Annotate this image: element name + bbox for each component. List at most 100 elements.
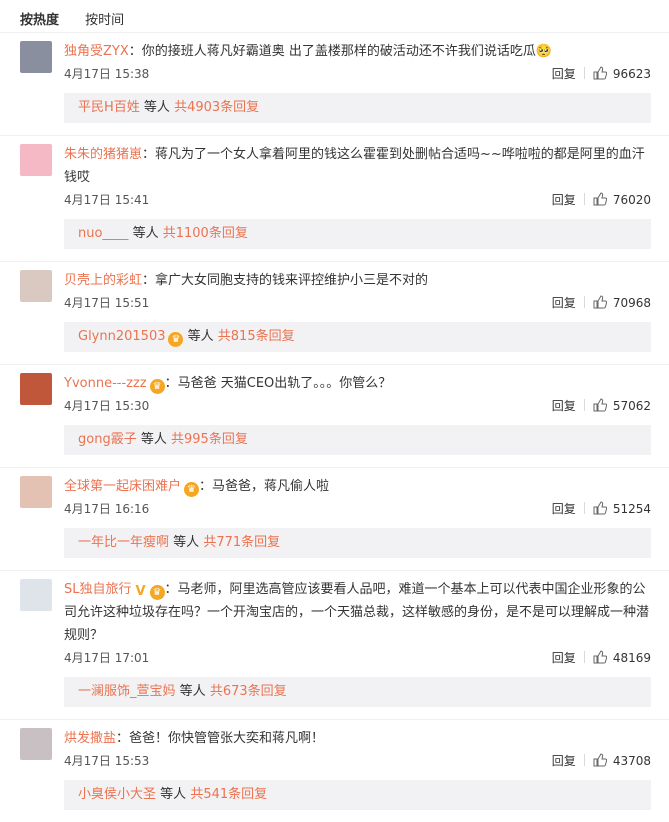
comment-actions: 回复 43708	[552, 750, 651, 772]
comment-text: 贝壳上的彩虹：拿广大女同胞支持的钱来评控维护小三是不对的	[64, 269, 651, 292]
comment-time: 4月17日 15:38	[64, 67, 150, 81]
reply-username[interactable]: 小臭侯小大圣	[78, 787, 156, 802]
thumbs-up-icon	[593, 294, 607, 309]
comment-text: 独角受ZYX：你的接班人蒋凡好霸道奥 出了盖楼那样的破活动还不许我们说话吃瓜🥺	[64, 40, 651, 63]
avatar[interactable]	[20, 144, 52, 176]
comment-username[interactable]: SL独自旅行	[64, 582, 132, 597]
comment-time: 4月17日 15:51	[64, 296, 150, 310]
like-button[interactable]: 76020	[593, 192, 651, 207]
comment-content: ：马爸爸 天猫CEO出轨了。。。你管么？	[164, 376, 392, 391]
reply-button[interactable]: 回复	[552, 296, 576, 310]
comment-username[interactable]: 朱朱的猪猪崽	[64, 147, 142, 162]
avatar[interactable]	[20, 41, 52, 73]
verified-v-icon: V	[135, 584, 146, 599]
comment-content: ：你的接班人蒋凡好霸道奥 出了盖楼那样的破活动还不许我们说话吃瓜🥺	[128, 44, 553, 59]
reply-count-link[interactable]: 共995条回复	[171, 432, 248, 447]
thumbs-up-icon	[593, 65, 607, 80]
reply-button[interactable]: 回复	[552, 193, 576, 207]
reply-button[interactable]: 回复	[552, 399, 576, 413]
like-button[interactable]: 43708	[593, 752, 651, 768]
comment-time: 4月17日 16:16	[64, 502, 150, 516]
avatar[interactable]	[20, 270, 52, 302]
comment-text: 朱朱的猪猪崽：蒋凡为了一个女人拿着阿里的钱这么霍霍到处删帖合适吗~~哗啦啦的都是…	[64, 143, 651, 189]
reply-count-link[interactable]: 共815条回复	[218, 329, 295, 344]
divider	[583, 399, 585, 411]
reply-summary[interactable]: nuo____ 等人 共1100条回复	[64, 219, 651, 249]
reply-username[interactable]: 一澜服饰_萱宝妈	[78, 684, 176, 699]
comment-time: 4月17日 15:30	[64, 399, 150, 413]
comment-username[interactable]: 独角受ZYX	[64, 44, 129, 59]
comment-meta: 4月17日 15:53 回复 43708	[64, 750, 651, 772]
reply-count-link[interactable]: 共541条回复	[190, 787, 267, 802]
reply-username[interactable]: 平民H百姓	[78, 100, 140, 115]
reply-button[interactable]: 回复	[552, 502, 576, 516]
comment-actions: 回复 76020	[552, 189, 651, 211]
comment-body: 独角受ZYX：你的接班人蒋凡好霸道奥 出了盖楼那样的破活动还不许我们说话吃瓜🥺 4…	[64, 40, 651, 123]
comment-username[interactable]: 烘发撒盐	[64, 731, 116, 746]
comment-list: 独角受ZYX：你的接班人蒋凡好霸道奥 出了盖楼那样的破活动还不许我们说话吃瓜🥺 4…	[0, 32, 669, 822]
comment-content: ：拿广大女同胞支持的钱来评控维护小三是不对的	[142, 273, 429, 288]
reply-button[interactable]: 回复	[552, 651, 576, 665]
comment-username[interactable]: 贝壳上的彩虹	[64, 273, 142, 288]
reply-username[interactable]: nuo____	[78, 226, 128, 241]
reply-username[interactable]: Glynn201503	[78, 329, 165, 344]
comment-item: 全球第一起床困难户 ♛ ：马爸爸，蒋凡偷人啦 4月17日 16:16 回复 51254 一年…	[0, 467, 669, 558]
comment-content: ：爸爸！你快管管张大奕和蒋凡啊！	[116, 731, 325, 746]
comment-text: 全球第一起床困难户 ♛ ：马爸爸，蒋凡偷人啦	[64, 475, 651, 498]
reply-username[interactable]: gong霰子	[78, 432, 137, 447]
reply-count-link[interactable]: 共4903条回复	[174, 100, 259, 115]
divider	[583, 193, 585, 205]
comment-actions: 回复 70968	[552, 292, 651, 314]
reply-summary[interactable]: 小臭侯小大圣 等人 共541条回复	[64, 780, 651, 810]
like-button[interactable]: 57062	[593, 398, 651, 413]
comment-text: 烘发撒盐：爸爸！你快管管张大奕和蒋凡啊！	[64, 727, 651, 750]
like-count: 43708	[612, 754, 651, 768]
like-button[interactable]: 48169	[593, 649, 651, 665]
thumbs-up-icon	[593, 649, 607, 664]
divider	[583, 296, 585, 308]
avatar[interactable]	[20, 728, 52, 760]
tab-by-time[interactable]: 按时间	[85, 9, 124, 28]
comment-username[interactable]: Yvonne---zzz	[64, 376, 147, 391]
vip-badge-icon: ♛	[149, 585, 165, 600]
comment-meta: 4月17日 17:01 回复 48169	[64, 647, 651, 669]
divider	[583, 754, 585, 766]
comment-time: 4月17日 15:53	[64, 754, 150, 768]
avatar[interactable]	[20, 579, 52, 611]
reply-summary[interactable]: Glynn201503 ♛ 等人 共815条回复	[64, 322, 651, 352]
thumbs-up-icon	[593, 752, 607, 767]
reply-summary[interactable]: gong霰子 等人 共995条回复	[64, 425, 651, 455]
comment-actions: 回复 57062	[552, 395, 651, 417]
reply-username[interactable]: 一年比一年瘦啊	[78, 535, 169, 550]
comment-item: 朱朱的猪猪崽：蒋凡为了一个女人拿着阿里的钱这么霍霍到处删帖合适吗~~哗啦啦的都是…	[0, 135, 669, 249]
reply-button[interactable]: 回复	[552, 754, 576, 768]
comment-meta: 4月17日 15:30 回复 57062	[64, 395, 651, 417]
tab-by-hotness[interactable]: 按热度	[20, 9, 59, 28]
avatar[interactable]	[20, 373, 52, 405]
vip-badge-icon: ♛	[168, 332, 184, 347]
comment-content: ：蒋凡为了一个女人拿着阿里的钱这么霍霍到处删帖合适吗~~哗啦啦的都是阿里的血汗钱…	[64, 147, 645, 185]
like-count: 48169	[612, 651, 651, 665]
thumbs-up-icon	[593, 500, 607, 515]
like-button[interactable]: 96623	[593, 65, 651, 81]
reply-others-label: 等人	[143, 100, 170, 115]
reply-count-link[interactable]: 共1100条回复	[163, 226, 248, 241]
avatar[interactable]	[20, 476, 52, 508]
comment-item: 烘发撒盐：爸爸！你快管管张大奕和蒋凡啊！ 4月17日 15:53 回复 43708 小臭…	[0, 719, 669, 810]
reply-count-link[interactable]: 共771条回复	[203, 535, 280, 550]
like-count: 96623	[612, 67, 651, 81]
comment-username[interactable]: 全球第一起床困难户	[64, 479, 181, 494]
comment-body: 朱朱的猪猪崽：蒋凡为了一个女人拿着阿里的钱这么霍霍到处删帖合适吗~~哗啦啦的都是…	[64, 143, 651, 249]
comment-content: ：马爸爸，蒋凡偷人啦	[199, 479, 330, 494]
like-button[interactable]: 51254	[593, 500, 651, 516]
reply-button[interactable]: 回复	[552, 67, 576, 81]
reply-count-link[interactable]: 共673条回复	[210, 684, 287, 699]
like-button[interactable]: 70968	[593, 294, 651, 310]
reply-summary[interactable]: 一年比一年瘦啊 等人 共771条回复	[64, 528, 651, 558]
like-count: 76020	[612, 193, 651, 207]
comment-meta: 4月17日 15:38 回复 96623	[64, 63, 651, 85]
reply-summary[interactable]: 平民H百姓 等人 共4903条回复	[64, 93, 651, 123]
reply-others-label: 等人	[187, 329, 214, 344]
comment-text: SL独自旅行 V ♛ ：马老师，阿里选高管应该要看人品吧，难道一个基本上可以代表中国企…	[64, 578, 651, 647]
reply-summary[interactable]: 一澜服饰_萱宝妈 等人 共673条回复	[64, 677, 651, 707]
